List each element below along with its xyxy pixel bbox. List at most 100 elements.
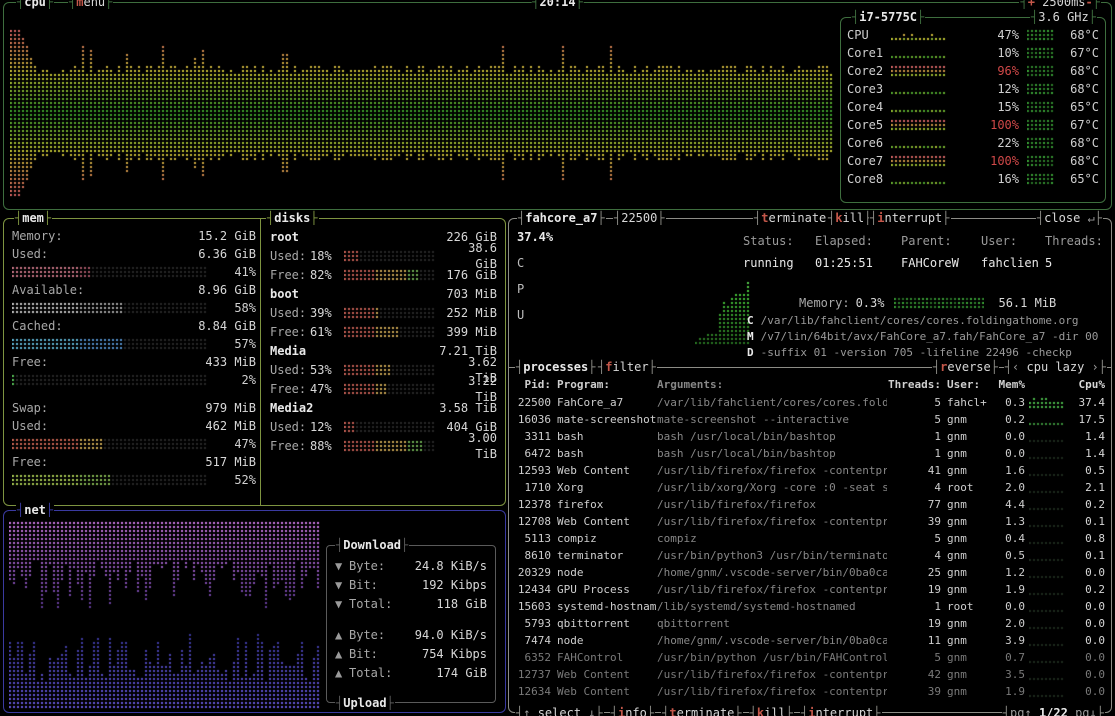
process-row[interactable]: 20329node/home/gnm/.vscode-server/bin/0b… <box>515 564 1105 581</box>
process-list-divider: processes filter reverse ‹ cpu lazy › <box>509 367 1111 368</box>
process-threads: 4 <box>887 480 941 496</box>
process-row[interactable]: 1710Xorg/usr/lib/xorg/Xorg -core :0 -sea… <box>515 479 1105 496</box>
reverse-sort-button[interactable]: reverse <box>932 359 999 375</box>
disk-free-percent: 61% <box>310 324 340 340</box>
disk-free-percent: 47% <box>310 381 340 397</box>
upload-stat-label: Total: <box>349 665 392 681</box>
cmd-text: /var/lib/fahclient/cores/cores.foldingat… <box>761 314 1079 327</box>
upload-arrow-icon: ▲ <box>335 665 349 681</box>
process-row[interactable]: 12634Web Content/usr/lib/firefox/firefox… <box>515 683 1105 698</box>
process-row[interactable]: 6472bashbash /usr/local/bin/bashtop1gnm0… <box>515 445 1105 462</box>
core-temp: 65°C <box>1061 171 1099 187</box>
header-cpu[interactable]: Cpu% <box>1067 377 1105 393</box>
process-row[interactable]: 5113compizcompiz5gnm0.40.8 <box>515 530 1105 547</box>
core-name: CPU <box>847 27 891 43</box>
process-row[interactable]: 3311bashbash /usr/local/bin/bashtop1gnm0… <box>515 428 1105 445</box>
disk-name: Media <box>270 343 306 359</box>
info-button[interactable]: info <box>610 705 655 716</box>
mem-stat-label: Memory: <box>12 228 63 244</box>
process-cpu-minigraph-canvas <box>1029 669 1067 681</box>
network-box-title: net <box>16 502 54 518</box>
header-pid: Pid: <box>515 377 551 393</box>
process-pid: 12737 <box>515 667 551 683</box>
process-row[interactable]: 12708Web Content/usr/lib/firefox/firefox… <box>515 513 1105 530</box>
process-row[interactable]: 6352FAHControl/usr/bin/python /usr/bin/F… <box>515 649 1105 666</box>
process-pid: 22500 <box>515 395 551 411</box>
process-cpu-minigraph-canvas <box>1029 397 1067 409</box>
interrupt-button[interactable]: interrupt <box>869 210 951 226</box>
core-name: Core4 <box>847 99 891 115</box>
interrupt-button-footer[interactable]: interrupt <box>800 705 882 716</box>
download-stat-value: 118 GiB <box>436 596 487 612</box>
process-program: FAHControl <box>557 650 657 666</box>
process-mem-percent: 1.9 <box>993 582 1025 598</box>
upload-stat-value: 754 Kibps <box>422 646 487 662</box>
mem-meter-percent: 41% <box>234 264 256 280</box>
process-cpu-percent: 0.0 <box>1067 565 1105 581</box>
process-memory-row: Memory: 0.3% 56.1 MiB <box>799 295 1056 311</box>
filter-button[interactable]: filter <box>597 359 657 375</box>
process-pid: 16036 <box>515 412 551 428</box>
process-threads: 5 <box>887 531 941 547</box>
process-row[interactable]: 12593Web Content/usr/lib/firefox/firefox… <box>515 462 1105 479</box>
process-arguments: mate-screenshot --interactive <box>657 412 887 428</box>
process-cpu-minigraph <box>1029 686 1067 698</box>
process-row[interactable]: 12737Web Content/usr/lib/firefox/firefox… <box>515 666 1105 683</box>
disk-free-value: 3.00 TiB <box>440 430 497 462</box>
terminate-button[interactable]: terminate <box>753 210 835 226</box>
core-temp: 65°C <box>1061 99 1099 115</box>
core-temp-meter <box>1027 137 1055 149</box>
process-cpu-history-graph <box>695 277 751 345</box>
mem-meter <box>12 338 208 350</box>
disk-name: Media2 <box>270 400 313 416</box>
process-row[interactable]: 5793qbittorrentqbittorrent19gnm2.00.0 <box>515 615 1105 632</box>
process-row[interactable]: 22500FahCore_a7/var/lib/fahclient/cores/… <box>515 394 1105 411</box>
kill-button[interactable]: kill <box>827 210 872 226</box>
process-row[interactable]: 12378firefox/usr/lib/firefox/firefox77gn… <box>515 496 1105 513</box>
process-user: gnm <box>947 514 993 530</box>
process-user: gnm <box>947 531 993 547</box>
download-stat-row: ▼Byte:24.8 KiB/s <box>335 556 487 575</box>
process-row[interactable]: 8610terminator/usr/bin/python3 /usr/bin/… <box>515 547 1105 564</box>
mem-stat-value: 8.84 GiB <box>198 318 256 334</box>
select-control[interactable]: ↑ select ↓ <box>515 705 604 716</box>
process-cpu-percent: 0.2 <box>1067 582 1105 598</box>
spacer <box>12 389 256 399</box>
terminate-button-footer[interactable]: terminate <box>661 705 743 716</box>
process-pid: 12378 <box>515 497 551 513</box>
process-user: gnm <box>947 548 993 564</box>
kill-button-footer[interactable]: kill <box>749 705 794 716</box>
disk-used-row: Used:39%252 MiB <box>270 303 497 322</box>
core-name: Core8 <box>847 171 891 187</box>
menu-button[interactable]: menu <box>68 0 113 10</box>
process-pid: 6472 <box>515 446 551 462</box>
process-stat-header: Threads: <box>1045 233 1103 255</box>
process-user: root <box>947 480 993 496</box>
sort-column-selector[interactable]: ‹ cpu lazy › <box>1004 359 1107 375</box>
mem-meter <box>12 374 208 386</box>
process-cpu-minigraph <box>1029 567 1067 579</box>
core-name: Core6 <box>847 135 891 151</box>
process-cpu-percent: 0.0 <box>1067 650 1105 666</box>
process-row[interactable]: 15603systemd-hostnam/lib/systemd/systemd… <box>515 598 1105 615</box>
close-detail-button[interactable]: close ↵ <box>1036 210 1103 226</box>
process-row[interactable]: 16036 mate-screenshotmate-screenshot --in… <box>515 411 1105 428</box>
header-threads: Threads: <box>887 377 941 393</box>
process-user: gnm <box>947 429 993 445</box>
upload-title: Upload <box>335 695 395 711</box>
process-cpu-percent: 17.5 <box>1067 412 1105 428</box>
process-stat-header: Status: <box>743 233 815 255</box>
process-pid: 3311 <box>515 429 551 445</box>
core-temp: 68°C <box>1061 81 1099 97</box>
disk-size: 703 MiB <box>446 286 497 302</box>
process-mem-percent: 3.9 <box>993 633 1025 649</box>
cpu-core-row: Core110%67°C <box>847 44 1099 62</box>
process-mem-percent: 0.3 <box>993 395 1025 411</box>
process-row[interactable]: 7474node/home/gnm/.vscode-server/bin/0ba… <box>515 632 1105 649</box>
process-pid: 5793 <box>515 616 551 632</box>
pagination[interactable]: pg↑ 1/22 pg↓ <box>1002 705 1105 716</box>
cpu-core-row: Core816%65°C <box>847 170 1099 188</box>
process-row[interactable]: 12434GPU Process/usr/lib/firefox/firefox… <box>515 581 1105 598</box>
process-program: mate-screenshot <box>557 412 657 428</box>
process-pid: 12593 <box>515 463 551 479</box>
